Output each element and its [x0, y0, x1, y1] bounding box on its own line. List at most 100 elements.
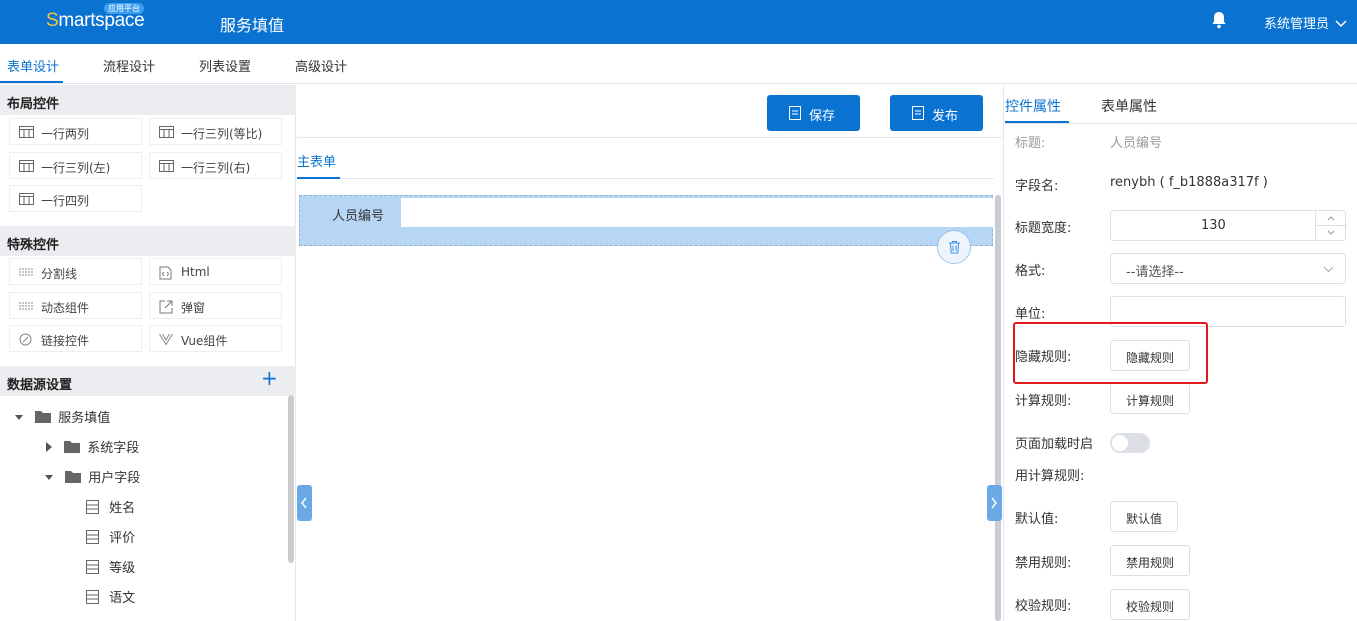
form-field-row[interactable]: 人员编号 — [299, 195, 993, 246]
publish-label: 发布 — [932, 109, 959, 124]
tree-field-item[interactable]: 语文 — [86, 587, 135, 606]
title-label: 标题: — [1015, 136, 1046, 151]
tab-control-properties[interactable]: 控件属性 — [1005, 96, 1061, 116]
ctrl-label: Html — [181, 265, 210, 279]
bell-icon[interactable] — [1211, 11, 1227, 33]
tree-field-item[interactable]: 等级 — [86, 557, 135, 576]
title-width-stepper[interactable]: 130 — [1110, 210, 1347, 241]
delete-field-button[interactable] — [937, 230, 971, 264]
vue-icon — [159, 333, 173, 345]
chevron-right-icon — [991, 497, 997, 509]
left-scrollbar[interactable] — [288, 395, 294, 563]
ctrl-vue-component[interactable]: Vue组件 — [149, 325, 282, 352]
ctrl-label: 一行三列(等比) — [181, 127, 263, 141]
top-bar: Smartspace 应用平台 服务填值 系统管理员 — [0, 0, 1357, 44]
document-icon — [912, 106, 924, 120]
tree-label: 系统字段 — [87, 441, 140, 456]
ctrl-one-row-three-equal[interactable]: 一行三列(等比) — [149, 118, 282, 145]
ctrl-link[interactable]: 链接控件 — [9, 325, 142, 352]
user-menu[interactable]: 系统管理员 — [1264, 13, 1347, 32]
subtab-underline — [297, 177, 340, 179]
tree-field-item[interactable]: 评价 — [86, 527, 135, 546]
increment-icon[interactable] — [1327, 216, 1335, 221]
caret-down-icon — [45, 475, 53, 480]
ctrl-label: 一行四列 — [41, 194, 90, 208]
onload-calc-label: 页面加载时启 — [1015, 437, 1094, 452]
folder-icon — [65, 471, 82, 483]
title-width-value: 130 — [1201, 218, 1226, 233]
ctrl-html[interactable]: Html — [149, 258, 282, 285]
publish-button[interactable]: 发布 — [890, 95, 983, 131]
add-datasource-icon[interactable]: + — [261, 368, 278, 388]
divider — [297, 137, 1004, 138]
link-icon — [19, 333, 32, 346]
columns-icon — [19, 126, 34, 138]
ctrl-one-row-three-right[interactable]: 一行三列(右) — [149, 152, 282, 179]
disable-rule-button[interactable]: 禁用规则 — [1110, 545, 1190, 576]
chevron-down-icon — [1335, 20, 1347, 28]
tree-user-fields[interactable]: 用户字段 — [45, 467, 140, 486]
document-icon — [789, 106, 801, 120]
field-list-icon — [86, 530, 99, 544]
ctrl-label: Vue组件 — [181, 334, 228, 348]
tab-form-design[interactable]: 表单设计 — [7, 56, 59, 75]
ctrl-label: 一行三列(右) — [181, 161, 251, 175]
ctrl-one-row-four-cols[interactable]: 一行四列 — [9, 185, 142, 212]
decrement-icon[interactable] — [1327, 230, 1335, 235]
format-select[interactable]: --请选择-- — [1110, 253, 1346, 284]
subtab-main-form[interactable]: 主表单 — [297, 151, 336, 170]
field-list-icon — [86, 500, 99, 514]
divider-icon — [19, 268, 34, 276]
calc-rule-button[interactable]: 计算规则 — [1110, 383, 1190, 414]
validate-rule-button[interactable]: 校验规则 — [1110, 589, 1190, 620]
ctrl-popup[interactable]: 弹窗 — [149, 292, 282, 319]
title-value: 人员编号 — [1110, 136, 1163, 151]
default-value-label: 默认值: — [1015, 512, 1059, 527]
folder-icon — [35, 411, 52, 423]
ctrl-label: 链接控件 — [41, 334, 90, 348]
calc-rule-label: 计算规则: — [1015, 394, 1072, 409]
field-list-icon — [86, 560, 99, 574]
field-input[interactable] — [401, 198, 993, 227]
ctrl-divider[interactable]: 分割线 — [9, 258, 142, 285]
tab-flow-design[interactable]: 流程设计 — [103, 56, 155, 75]
columns-icon — [19, 193, 34, 205]
ctrl-one-row-three-left[interactable]: 一行三列(左) — [9, 152, 142, 179]
main-tabs: 表单设计 流程设计 列表设置 高级设计 — [0, 44, 1357, 84]
fieldname-value: renybh ( f_b1888a317f ) — [1110, 175, 1268, 190]
fieldname-label: 字段名: — [1015, 179, 1059, 194]
special-controls-heading: 特殊控件 — [0, 226, 296, 256]
onload-calc-toggle[interactable] — [1110, 433, 1150, 453]
folder-icon — [64, 441, 81, 453]
disable-rule-label: 禁用规则: — [1015, 556, 1072, 571]
save-label: 保存 — [809, 109, 836, 124]
code-file-icon — [159, 266, 172, 280]
tab-list-settings[interactable]: 列表设置 — [199, 56, 251, 75]
tree-root[interactable]: 服务填值 — [15, 407, 110, 426]
tree-field-item[interactable]: 姓名 — [86, 497, 135, 516]
ctrl-dynamic-component[interactable]: 动态组件 — [9, 292, 142, 319]
datasource-heading: 数据源设置 — [0, 366, 296, 396]
save-button[interactable]: 保存 — [767, 95, 860, 131]
collapse-right-button[interactable] — [987, 485, 1002, 521]
chevron-left-icon — [301, 497, 307, 509]
collapse-left-button[interactable] — [297, 485, 312, 521]
default-value-button[interactable]: 默认值 — [1110, 501, 1178, 532]
stepper-buttons — [1315, 211, 1347, 240]
trash-icon — [949, 241, 960, 254]
tab-form-properties[interactable]: 表单属性 — [1101, 96, 1157, 116]
unit-label: 单位: — [1015, 307, 1046, 322]
tab-advanced-design[interactable]: 高级设计 — [295, 56, 347, 75]
ctrl-label: 一行三列(左) — [41, 161, 111, 175]
tree-system-fields[interactable]: 系统字段 — [45, 437, 139, 456]
tab-underline — [0, 81, 63, 83]
ctrl-one-row-two-cols[interactable]: 一行两列 — [9, 118, 142, 145]
canvas-scrollbar[interactable] — [995, 195, 1001, 621]
ctrl-label: 动态组件 — [41, 301, 90, 315]
tab-underline — [1005, 121, 1069, 123]
divider — [1005, 123, 1357, 124]
tree-label: 评价 — [109, 531, 136, 546]
divider-icon — [19, 302, 34, 310]
toggle-knob — [1112, 435, 1128, 451]
ctrl-label: 弹窗 — [181, 301, 206, 315]
